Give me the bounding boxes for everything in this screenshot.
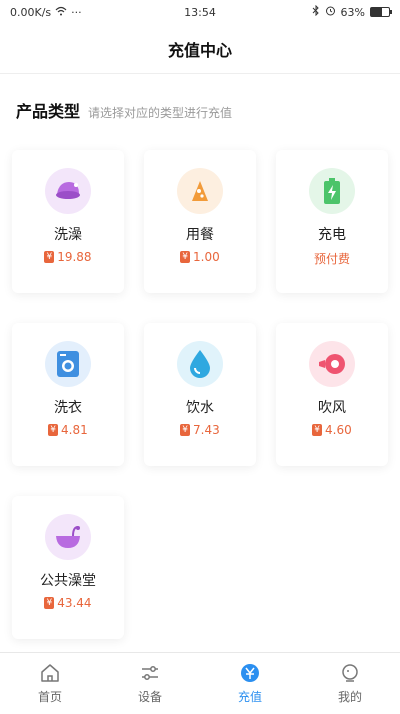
- network-speed: 0.00K/s: [10, 5, 52, 19]
- product-name: 公共澡堂: [40, 573, 96, 589]
- prepaid-label: 预付费: [313, 252, 350, 266]
- home-icon: [41, 664, 59, 682]
- product-card-shower[interactable]: 洗澡 ¥ 19.88: [12, 150, 124, 293]
- yen-badge: ¥: [48, 424, 58, 436]
- shower-bucket-icon: [45, 168, 91, 214]
- nav-bar: 充值中心: [0, 24, 400, 74]
- washing-machine-icon: [45, 341, 91, 387]
- product-card-charging[interactable]: 充电 预付费: [276, 150, 388, 293]
- tab-home[interactable]: 首页: [0, 653, 100, 714]
- product-price: 预付费: [314, 250, 350, 267]
- product-name: 充电: [318, 227, 346, 243]
- yen-badge: ¥: [44, 597, 55, 609]
- product-card-meal[interactable]: 用餐 ¥ 1.00: [144, 150, 256, 293]
- alarm-icon: [325, 5, 336, 19]
- tab-label: 我的: [337, 690, 362, 704]
- profile-icon: [342, 664, 358, 682]
- more-icon: ···: [71, 5, 82, 19]
- product-name: 饮水: [186, 400, 214, 416]
- battery-charge-icon: [309, 168, 355, 214]
- product-card-bathhouse[interactable]: 公共澡堂 ¥ 43.44: [12, 496, 124, 639]
- wifi-icon: [55, 6, 67, 19]
- tab-devices[interactable]: 设备: [100, 653, 200, 714]
- battery-icon: [370, 7, 392, 17]
- product-card-water[interactable]: 饮水 ¥ 7.43: [144, 323, 256, 466]
- product-price: ¥ 4.81: [48, 423, 88, 437]
- price-value: 19.88: [57, 250, 92, 264]
- product-card-hair-dryer[interactable]: 吹风 ¥ 4.60: [276, 323, 388, 466]
- recharge-icon: [241, 664, 259, 682]
- price-value: 43.44: [57, 596, 92, 610]
- tab-label: 设备: [137, 690, 162, 704]
- bluetooth-icon: [312, 4, 320, 19]
- product-price: ¥ 7.43: [180, 423, 220, 437]
- tab-profile[interactable]: 我的: [300, 653, 400, 714]
- product-price: ¥ 1.00: [180, 250, 220, 264]
- page-title: 充值中心: [167, 40, 232, 60]
- product-price: ¥ 43.44: [44, 596, 92, 610]
- water-drop-icon: [177, 341, 223, 387]
- product-name: 洗衣: [54, 400, 82, 416]
- price-value: 4.81: [61, 423, 88, 437]
- product-name: 吹风: [318, 400, 346, 416]
- product-name: 洗澡: [54, 227, 82, 243]
- tab-bar: 首页 设备 充值 我的: [0, 652, 400, 714]
- section-header: 产品类型 请选择对应的类型进行充值: [16, 98, 232, 122]
- product-price: ¥ 19.88: [44, 250, 92, 264]
- product-name: 用餐: [186, 227, 214, 243]
- tab-label: 首页: [37, 690, 62, 704]
- product-price: ¥ 4.60: [312, 423, 352, 437]
- tab-label: 充值: [237, 690, 262, 704]
- yen-badge: ¥: [312, 424, 322, 436]
- yen-badge: ¥: [44, 251, 55, 263]
- battery-level: [371, 8, 383, 16]
- section-subtitle: 请选择对应的类型进行充值: [88, 106, 233, 120]
- yen-badge: ¥: [180, 251, 190, 263]
- price-value: 1.00: [193, 250, 220, 264]
- sliders-icon: [142, 666, 158, 680]
- product-card-laundry[interactable]: 洗衣 ¥ 4.81: [12, 323, 124, 466]
- yen-badge: ¥: [180, 424, 190, 436]
- section-title: 产品类型: [16, 102, 81, 121]
- status-bar: 0.00K/s ··· 13:54 63%: [0, 0, 400, 24]
- bathhouse-icon: [45, 514, 91, 560]
- battery-percent: 63%: [340, 5, 365, 19]
- tab-recharge[interactable]: 充值: [200, 653, 300, 714]
- price-value: 7.43: [193, 423, 220, 437]
- hair-dryer-icon: [309, 341, 355, 387]
- product-grid: 洗澡 ¥ 19.88 用餐 ¥ 1.00 充电 预付费 洗衣 ¥ 4.81 饮水…: [12, 150, 388, 639]
- meal-icon: [177, 168, 223, 214]
- price-value: 4.60: [325, 423, 352, 437]
